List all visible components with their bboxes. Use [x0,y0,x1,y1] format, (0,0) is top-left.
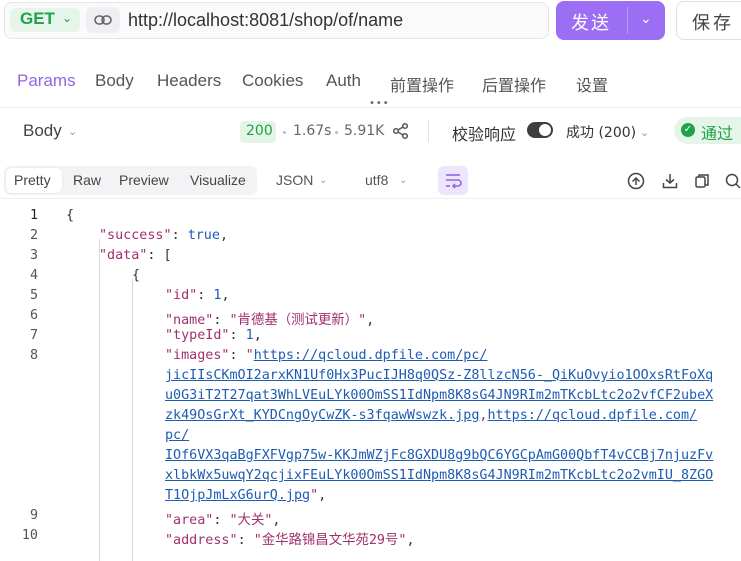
json-key: "address" [165,533,238,548]
chevron-down-icon: ⌄ [399,175,408,186]
json-value: 1 [213,288,222,303]
word-wrap-icon[interactable] [438,166,468,195]
indent-guide [132,279,133,561]
check-circle-icon: ✓ [681,123,695,137]
line-number: 7 [29,328,38,343]
line-number: 5 [29,288,38,303]
search-icon[interactable] [724,172,741,190]
line-number: 4 [29,268,38,283]
tab-preview[interactable]: Preview [119,172,169,188]
chevron-down-icon: ⌄ [68,125,78,138]
response-time: 1.67s [293,123,332,139]
tab-auth[interactable]: Auth [326,71,361,91]
json-value: "金华路锦昌文华苑29号" [253,533,407,548]
link-icon[interactable] [86,7,120,33]
tab-visualize[interactable]: Visualize [190,172,246,188]
json-key: "typeId" [165,328,230,343]
pass-label: 通过 [701,124,734,143]
image-link[interactable]: jicIIsCKmOI2arxKN1Uf0Hx3PucIJH8q0QSz-Z8l… [165,368,713,383]
response-size: 5.91K [344,123,385,139]
download-icon[interactable] [661,172,679,190]
code-token: { [132,268,141,283]
tab-cookies[interactable]: Cookies [242,71,303,91]
json-value: "大关" [229,513,273,528]
response-result-select[interactable]: 成功 (200) [566,122,636,142]
indent-guide [99,239,100,561]
image-link[interactable]: T1OjpJmLxG6urQ.jpg [165,488,310,503]
tab-pre-request[interactable]: 前置操作 [390,72,454,96]
line-number: 2 [29,228,38,243]
divider [0,198,741,199]
divider [428,120,429,142]
encoding-select[interactable]: utf8 [365,172,388,188]
toggle-knob [539,124,551,136]
image-link[interactable]: u0G3iT2T27qat3WhLVEuLYk00OmSS1IdNpm8K8sG… [165,388,713,403]
image-link[interactable]: xlbkWx5uwqY2qcjixFEuLYk00OmSS1IdNpm8K8sG… [165,468,713,483]
json-value: "肯德基（测试更新）" [229,313,367,328]
tab-settings[interactable]: 设置 [576,72,608,96]
image-link[interactable]: zk49OsGrXt_KYDCngOyCwZK-s3fqawWswzk.jpg [165,408,479,423]
image-link[interactable]: IOf6VX3qaBgFXFVgp75w-KKJmWZjFc8GXDU8g9bQ… [165,448,713,463]
code-token: [ [163,248,172,263]
line-number: 8 [29,348,38,363]
image-link[interactable]: pc/ [165,428,189,443]
image-link[interactable]: https://qcloud.dpfile.com/pc/ [254,348,488,363]
status-code: 200 [246,123,273,139]
tab-post-request[interactable]: 后置操作 [482,72,546,96]
chevron-down-icon: ⌄ [62,11,73,25]
send-label: 发送 [571,13,611,34]
response-code-viewer[interactable]: 1 2 3 4 5 6 7 8 9 10 { "success": true, … [0,205,741,561]
share-icon[interactable] [392,122,410,144]
json-value: 1 [245,328,254,343]
json-key: "id" [165,288,198,303]
tab-body[interactable]: Body [95,71,134,91]
validate-response-label: 校验响应 [452,125,517,144]
save-label: 保存 [692,13,734,34]
tab-raw[interactable]: Raw [73,172,101,188]
json-key: "name" [165,313,214,328]
line-number: 10 [21,528,38,543]
json-value: true [187,228,220,243]
method-label: GET [20,9,55,28]
tab-headers[interactable]: Headers [157,71,221,91]
line-number: 1 [29,208,38,223]
url-input[interactable]: http://localhost:8081/shop/of/name [128,10,403,31]
line-number: 9 [29,508,38,523]
chevron-down-icon: ⌄ [640,126,650,139]
chevron-down-icon: ⌄ [319,175,328,186]
json-key: "data" [99,248,148,263]
code-token: { [66,208,75,223]
json-key: "images" [165,348,230,363]
json-key: "area" [165,513,214,528]
dot-separator [283,131,286,134]
json-key: "success" [99,228,172,243]
send-options-chevron-icon[interactable]: ⌄ [640,11,652,27]
format-select[interactable]: JSON [276,172,313,188]
tab-pretty[interactable]: Pretty [14,172,51,188]
tab-params[interactable]: Params [17,71,76,91]
dot-separator [335,131,338,134]
upload-icon[interactable] [627,172,645,190]
divider [0,107,741,108]
image-link[interactable]: https://qcloud.dpfile.com/ [487,408,697,423]
copy-icon[interactable] [693,172,711,190]
line-number: 3 [29,248,38,263]
line-number: 6 [29,308,38,323]
send-divider [627,7,628,34]
response-body-select[interactable]: Body [23,121,62,141]
